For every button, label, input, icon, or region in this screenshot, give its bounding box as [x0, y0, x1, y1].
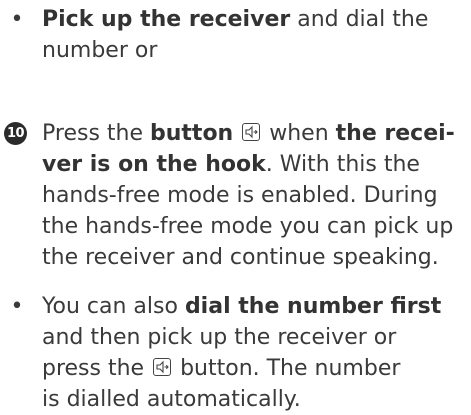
bullet-text: Pick up the receiver and dial the number…: [42, 7, 429, 63]
step-number-badge: 10: [4, 122, 27, 145]
bullet-marker: •: [10, 294, 24, 319]
bullet-text: You can also dial the number first and t…: [42, 294, 442, 412]
step-text: Press the button when the recei- ver is …: [42, 121, 455, 270]
bullet-marker: •: [10, 7, 24, 32]
emphasis-text: Pick up the receiver: [42, 7, 291, 32]
speaker-button-icon: [153, 358, 172, 376]
speaker-button-icon: [242, 123, 261, 141]
